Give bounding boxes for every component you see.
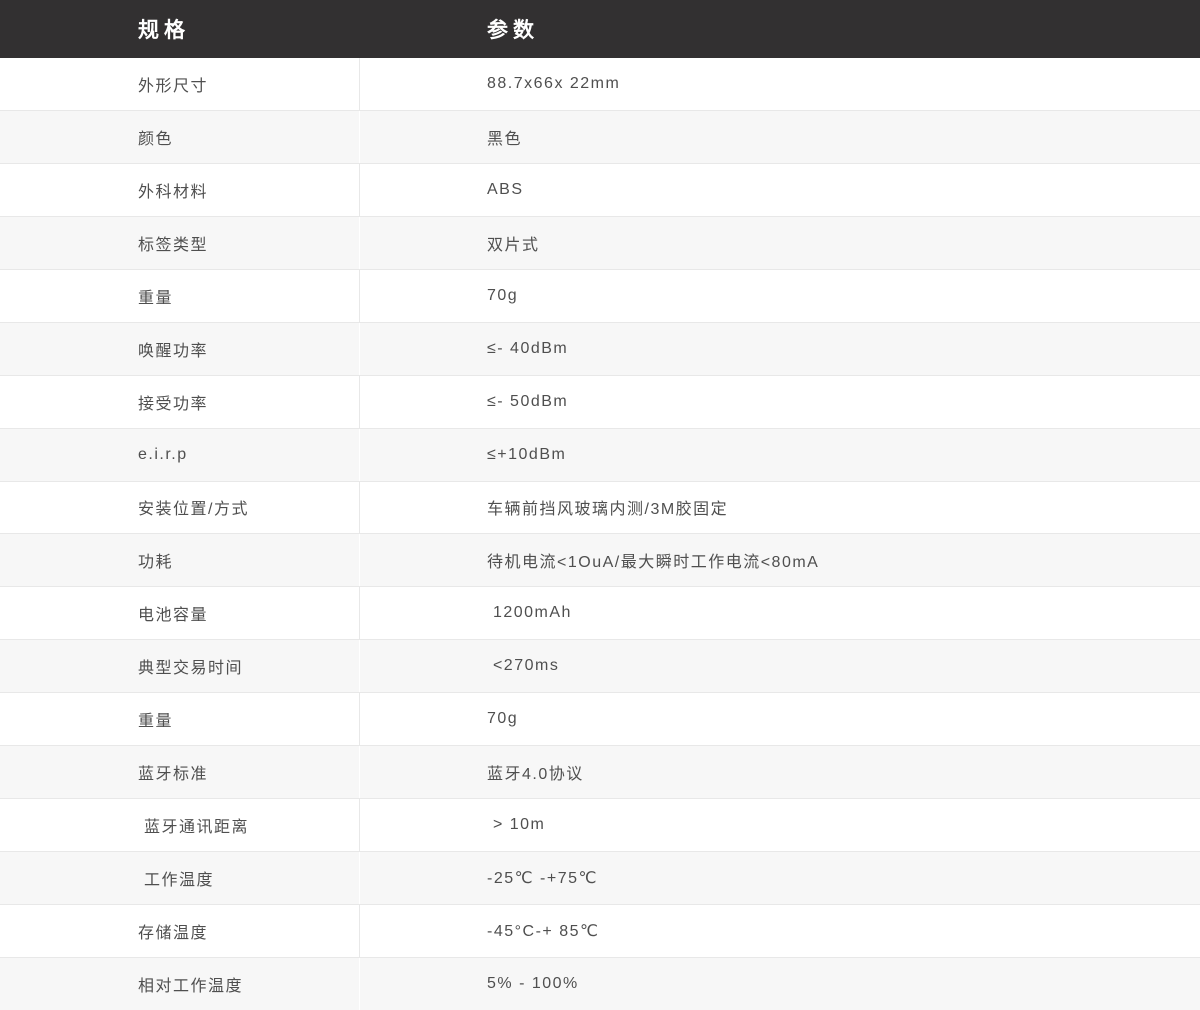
- spec-value: 70g: [360, 693, 1200, 745]
- spec-name: 颜色: [0, 111, 360, 163]
- spec-name: 典型交易时间: [0, 640, 360, 692]
- spec-value: > 10m: [360, 799, 1200, 851]
- spec-value: -25℃ -+75℃: [360, 852, 1200, 904]
- table-row: 外形尺寸 88.7x66x 22mm: [0, 58, 1200, 111]
- spec-value: 车辆前挡风玻璃内测/3M胶固定: [360, 482, 1200, 534]
- spec-name: 电池容量: [0, 587, 360, 639]
- spec-value: ≤- 40dBm: [360, 323, 1200, 375]
- table-row: 电池容量 1200mAh: [0, 587, 1200, 640]
- spec-name: 蓝牙通讯距离: [0, 799, 360, 851]
- header-column-spec: 规格: [0, 0, 360, 58]
- spec-name: 外形尺寸: [0, 58, 360, 110]
- table-body: 外形尺寸 88.7x66x 22mm 颜色 黑色 外科材料 ABS 标签类型 双…: [0, 58, 1200, 1010]
- table-row: 工作温度 -25℃ -+75℃: [0, 852, 1200, 905]
- spec-name: 外科材料: [0, 164, 360, 216]
- table-row: 重量 70g: [0, 693, 1200, 746]
- spec-value: 70g: [360, 270, 1200, 322]
- table-row: 蓝牙标准 蓝牙4.0协议: [0, 746, 1200, 799]
- table-row: 功耗 待机电流<1OuA/最大瞬时工作电流<80mA: [0, 534, 1200, 587]
- spec-value: -45°C-+ 85℃: [360, 905, 1200, 957]
- spec-name: 重量: [0, 270, 360, 322]
- spec-name: 标签类型: [0, 217, 360, 269]
- spec-value: 双片式: [360, 217, 1200, 269]
- table-header: 规格 参数: [0, 0, 1200, 58]
- table-row: 颜色 黑色: [0, 111, 1200, 164]
- spec-name: 重量: [0, 693, 360, 745]
- spec-name: 相对工作温度: [0, 958, 360, 1010]
- table-row: 标签类型 双片式: [0, 217, 1200, 270]
- table-row: 安装位置/方式 车辆前挡风玻璃内测/3M胶固定: [0, 482, 1200, 535]
- spec-name: 功耗: [0, 534, 360, 586]
- spec-value: 88.7x66x 22mm: [360, 58, 1200, 110]
- spec-name: 接受功率: [0, 376, 360, 428]
- spec-name: e.i.r.p: [0, 429, 360, 481]
- table-row: 接受功率 ≤- 50dBm: [0, 376, 1200, 429]
- table-row: 蓝牙通讯距离 > 10m: [0, 799, 1200, 852]
- spec-name: 蓝牙标准: [0, 746, 360, 798]
- spec-value: 黑色: [360, 111, 1200, 163]
- spec-value: ≤- 50dBm: [360, 376, 1200, 428]
- spec-value: 5% - 100%: [360, 958, 1200, 1010]
- spec-value: ABS: [360, 164, 1200, 216]
- spec-name: 工作温度: [0, 852, 360, 904]
- spec-name: 安装位置/方式: [0, 482, 360, 534]
- table-row: 外科材料 ABS: [0, 164, 1200, 217]
- table-row: 典型交易时间 <270ms: [0, 640, 1200, 693]
- table-row: 重量 70g: [0, 270, 1200, 323]
- table-row: 相对工作温度 5% - 100%: [0, 958, 1200, 1010]
- table-row: 存储温度 -45°C-+ 85℃: [0, 905, 1200, 958]
- spec-value: 蓝牙4.0协议: [360, 746, 1200, 798]
- spec-table: 规格 参数 外形尺寸 88.7x66x 22mm 颜色 黑色 外科材料 ABS …: [0, 0, 1200, 1010]
- spec-name: 存储温度: [0, 905, 360, 957]
- table-row: e.i.r.p ≤+10dBm: [0, 429, 1200, 482]
- header-column-param: 参数: [360, 0, 1200, 58]
- table-row: 唤醒功率 ≤- 40dBm: [0, 323, 1200, 376]
- spec-value: ≤+10dBm: [360, 429, 1200, 481]
- spec-value: 1200mAh: [360, 587, 1200, 639]
- spec-name: 唤醒功率: [0, 323, 360, 375]
- spec-value: 待机电流<1OuA/最大瞬时工作电流<80mA: [360, 534, 1200, 586]
- spec-value: <270ms: [360, 640, 1200, 692]
